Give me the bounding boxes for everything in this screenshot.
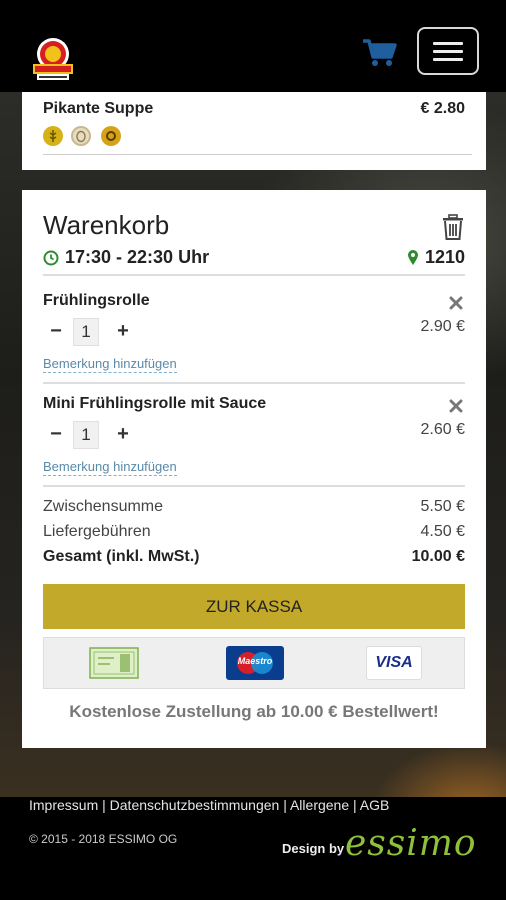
- egg-icon: [71, 126, 91, 146]
- cart-item-price: 2.60 €: [420, 421, 465, 438]
- payment-methods: Maestro VISA: [43, 637, 465, 689]
- menu-item-name: Pikante Suppe: [43, 100, 154, 117]
- delivery-zip: 1210: [407, 247, 465, 268]
- quantity-field[interactable]: 1: [73, 318, 99, 346]
- visa-label: VISA: [375, 654, 413, 671]
- footer-links: Impressum | Datenschutzbestimmungen | Al…: [29, 797, 390, 813]
- clock-icon: [43, 250, 59, 266]
- subtotal-value: 5.50 €: [420, 498, 465, 515]
- hamburger-menu-button[interactable]: [417, 27, 479, 75]
- free-delivery-note: Kostenlose Zustellung ab 10.00 € Bestell…: [69, 702, 439, 721]
- delivery-zip-text: 1210: [424, 247, 465, 267]
- design-by-label: Design by: [282, 841, 345, 856]
- quantity-plus-button[interactable]: +: [115, 423, 131, 446]
- cart-panel: Warenkorb 17:30 - 22:30 Uhr 1210 Frühlin…: [22, 190, 486, 748]
- map-pin-icon: [407, 249, 419, 266]
- maestro-icon: Maestro: [226, 646, 284, 680]
- divider: [43, 154, 472, 155]
- cash-icon: [88, 646, 140, 680]
- footer: Impressum | Datenschutzbestimmungen | Al…: [0, 797, 506, 900]
- delivery-fee-value: 4.50 €: [420, 523, 465, 540]
- checkout-button[interactable]: ZUR KASSA: [43, 584, 465, 629]
- hamburger-menu-icon: [433, 42, 463, 45]
- footer-link-terms[interactable]: AGB: [360, 797, 390, 813]
- total-value: 10.00 €: [411, 548, 465, 565]
- cart-item-name: Frühlingsrolle: [43, 292, 150, 309]
- divider: [43, 382, 465, 384]
- maestro-label: Maestro: [237, 656, 273, 666]
- trash-icon[interactable]: [442, 214, 464, 240]
- copyright: © 2015 - 2018 ESSIMO OG: [29, 832, 178, 846]
- shopping-cart-icon[interactable]: [362, 38, 398, 68]
- footer-link-privacy[interactable]: Datenschutzbestimmungen: [110, 797, 280, 813]
- visa-icon: VISA: [366, 646, 422, 680]
- soy-icon: [101, 126, 121, 146]
- delivery-fee-label: Liefergebühren: [43, 523, 151, 540]
- quantity-minus-button[interactable]: −: [48, 320, 64, 343]
- remove-item-icon[interactable]: [449, 399, 463, 413]
- divider: [43, 274, 465, 276]
- delivery-time: 17:30 - 22:30 Uhr: [43, 247, 209, 268]
- subtotal-label: Zwischensumme: [43, 498, 164, 515]
- add-remark-link[interactable]: Bemerkung hinzufügen: [43, 356, 177, 373]
- cart-item-name: Mini Frühlingsrolle mit Sauce: [43, 395, 267, 412]
- cart-title: Warenkorb: [43, 210, 170, 240]
- restaurant-logo[interactable]: [31, 36, 75, 82]
- quantity-field[interactable]: 1: [73, 421, 99, 449]
- delivery-time-text: 17:30 - 22:30 Uhr: [65, 247, 210, 267]
- footer-link-impressum[interactable]: Impressum: [29, 797, 98, 813]
- divider: [43, 485, 465, 487]
- menu-item-price: € 2.80: [420, 100, 465, 117]
- quantity-plus-button[interactable]: +: [115, 320, 131, 343]
- wheat-icon: [43, 126, 63, 146]
- remove-item-icon[interactable]: [449, 296, 463, 310]
- cart-item-price: 2.90 €: [420, 318, 465, 335]
- total-label: Gesamt (inkl. MwSt.): [43, 548, 200, 565]
- top-bar: [0, 0, 506, 92]
- quantity-minus-button[interactable]: −: [48, 423, 64, 446]
- essimo-logo[interactable]: essimo: [345, 823, 477, 864]
- menu-item-card: Pikante Suppe € 2.80: [22, 92, 486, 170]
- add-remark-link[interactable]: Bemerkung hinzufügen: [43, 459, 177, 476]
- footer-link-allergens[interactable]: Allergene: [290, 797, 349, 813]
